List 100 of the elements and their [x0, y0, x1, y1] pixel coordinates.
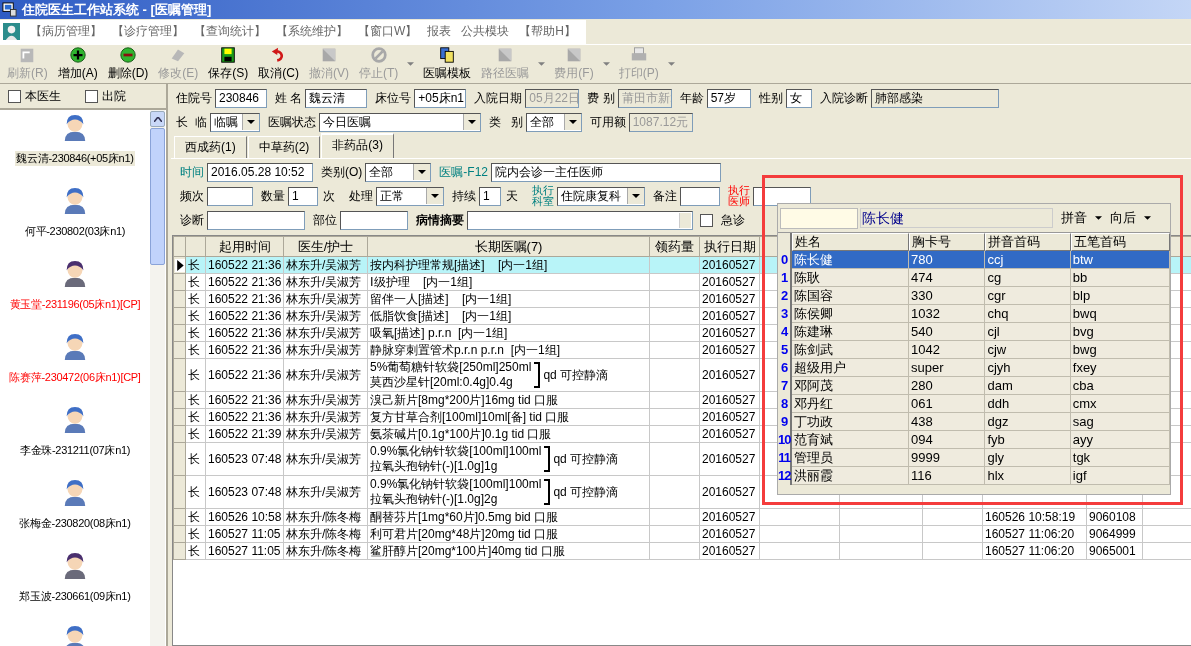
dropdown[interactable]: 全部 — [365, 162, 432, 182]
text-field[interactable]: 魏云清 — [305, 88, 368, 108]
row-marker[interactable] — [173, 324, 186, 342]
checkbox-label[interactable]: 出院 — [102, 87, 126, 105]
caret-icon — [413, 164, 431, 180]
text-field[interactable] — [753, 186, 811, 206]
tab[interactable]: 中草药(2) — [247, 136, 321, 158]
menu-item[interactable]: 【窗口W】 — [358, 23, 418, 40]
patient-item[interactable]: 何平-230802(03床n1) — [23, 224, 127, 239]
text-field[interactable]: 1 — [479, 186, 501, 206]
option-dropdown[interactable]: 向后 — [1110, 209, 1151, 227]
menu-item[interactable]: 【系统维护】 — [276, 23, 348, 40]
checkbox[interactable] — [85, 89, 98, 103]
column-header[interactable]: 拼音首码 — [985, 233, 1071, 251]
menu-item[interactable]: 【病历管理】 — [30, 23, 102, 40]
toolbar-button[interactable]: 删除(D) — [102, 46, 154, 82]
text-field[interactable] — [680, 186, 720, 206]
column-header[interactable]: 起用时间 — [205, 236, 284, 257]
patient-item[interactable]: 郑玉波-230661(09床n1) — [18, 589, 132, 604]
dropdown[interactable]: 临嘱 — [209, 112, 260, 132]
checkbox-label[interactable]: 本医生 — [25, 87, 61, 105]
toolbar-button[interactable]: 医嘱模板 — [418, 46, 477, 82]
row-marker[interactable] — [173, 508, 186, 526]
text-field[interactable] — [207, 186, 253, 206]
scroll-up-button[interactable] — [150, 111, 165, 127]
column-header[interactable]: 医生/护士 — [283, 236, 368, 257]
spin-buttons[interactable] — [679, 212, 691, 228]
row-marker[interactable] — [173, 358, 186, 392]
toolbar-button[interactable]: 保存(S) — [203, 46, 254, 82]
option-dropdown[interactable]: 拼音 — [1061, 209, 1102, 227]
patient-item[interactable]: 陈赛萍-230472(06床n1)[CP] — [8, 370, 142, 385]
checkbox[interactable] — [8, 89, 21, 103]
row-marker[interactable] — [173, 256, 186, 274]
column-header[interactable]: 姓名 — [792, 233, 910, 251]
table-cell: 20160527 — [699, 425, 760, 443]
patient-item[interactable]: 黄玉堂-231196(05床n1)[CP] — [8, 297, 142, 312]
menu-item[interactable]: 【查询统计】 — [194, 23, 266, 40]
avatar-icon — [62, 551, 88, 579]
list-row[interactable]: 8 邓丹红 061 ddh cmx — [778, 395, 1170, 413]
window-title: 住院医生工作站系统 - [医嘱管理] — [22, 0, 212, 19]
row-marker[interactable] — [173, 290, 186, 308]
text-field[interactable]: 女 — [785, 88, 812, 108]
scrollbar[interactable] — [150, 110, 165, 646]
patient-item[interactable]: 魏云清-230846(+05床n1) — [15, 151, 135, 166]
menu-item[interactable]: 【帮助H】 — [519, 23, 576, 40]
table-cell: 160527 11:06:20 — [982, 542, 1087, 560]
table-cell: 20160527 — [699, 358, 760, 392]
name-field[interactable]: 陈长健 — [860, 208, 1053, 228]
patient-item[interactable]: 张梅金-230820(08床n1) — [18, 516, 132, 531]
dropdown[interactable]: 正常 — [376, 186, 444, 206]
avatar-icon — [62, 113, 88, 141]
field-label: 持续 — [452, 187, 476, 205]
table-cell: 160527 11:05 — [205, 542, 284, 560]
column-header[interactable]: 五笔首码 — [1070, 233, 1170, 251]
column-header[interactable]: 胸卡号 — [909, 233, 986, 251]
row-marker[interactable] — [173, 442, 186, 476]
tab[interactable]: 西成药(1) — [174, 136, 247, 158]
toolbar-button[interactable]: 取消(C) — [253, 46, 304, 82]
row-marker[interactable] — [173, 475, 186, 509]
dropdown[interactable]: 全部 — [525, 112, 582, 132]
text-field[interactable] — [340, 210, 408, 230]
summary-field[interactable] — [467, 210, 693, 230]
field-label: 医嘱状态 — [267, 113, 316, 131]
text-field[interactable]: 230846 — [215, 88, 267, 108]
scroll-thumb[interactable] — [150, 128, 165, 265]
table-cell: 长 — [185, 542, 206, 560]
list-row[interactable]: 1 陈耿 474 cg bb — [778, 269, 1170, 287]
code-field[interactable] — [780, 207, 858, 229]
dropdown[interactable]: 今日医嘱 — [318, 112, 481, 132]
unit-label: 天 — [506, 187, 518, 205]
menu-item[interactable]: 公共模块 — [461, 23, 510, 40]
list-row[interactable]: 7 邓阿茂 280 dam cba — [778, 377, 1170, 395]
text-field[interactable] — [207, 210, 305, 230]
checkbox[interactable] — [700, 213, 713, 227]
column-header[interactable]: 领药量 — [649, 236, 700, 257]
table-cell: 160522 21:36 — [205, 307, 284, 325]
menu-item[interactable]: 报表 — [427, 23, 452, 40]
square-icon — [320, 46, 338, 64]
text-field[interactable]: 57岁 — [706, 88, 751, 108]
tab[interactable]: 非药品(3) — [321, 133, 394, 158]
menu-item[interactable]: 【诊疗管理】 — [112, 23, 184, 40]
list-row[interactable]: 0 陈长健 780 ccj btw — [778, 251, 1170, 269]
row-marker[interactable] — [173, 408, 186, 426]
table-cell: 林东升/陈冬梅 — [283, 525, 368, 543]
text-field[interactable]: +05床n1 — [414, 88, 467, 108]
text-field[interactable]: 肺部感染 — [870, 88, 999, 108]
text-field[interactable]: 2016.05.28 10:52 — [207, 162, 313, 182]
text-field[interactable]: 院内会诊一主任医师 — [491, 162, 721, 182]
list-row[interactable]: 9 丁功政 438 dgz sag — [778, 413, 1170, 431]
checkbox-label[interactable]: 急诊 — [721, 211, 745, 229]
dropdown[interactable]: 住院康复科 — [557, 186, 645, 206]
toolbar-button[interactable]: 增加(A) — [52, 46, 103, 82]
table-cell: 静脉穿刺置管术p.r.n p.r.n [内一1组] — [367, 341, 650, 359]
list-row[interactable]: 12 洪丽霞 116 hlx igf — [778, 467, 1170, 485]
list-row[interactable]: 2 陈国容 330 cgr blp — [778, 287, 1170, 305]
column-header[interactable]: 长期医嘱(7) — [367, 236, 650, 257]
column-header[interactable]: 执行日期 — [699, 236, 760, 257]
list-row[interactable]: 4 陈建琳 540 cjl bvg — [778, 323, 1170, 341]
text-field[interactable]: 1 — [288, 186, 318, 206]
patient-item[interactable]: 李金珠-231211(07床n1) — [18, 443, 132, 458]
